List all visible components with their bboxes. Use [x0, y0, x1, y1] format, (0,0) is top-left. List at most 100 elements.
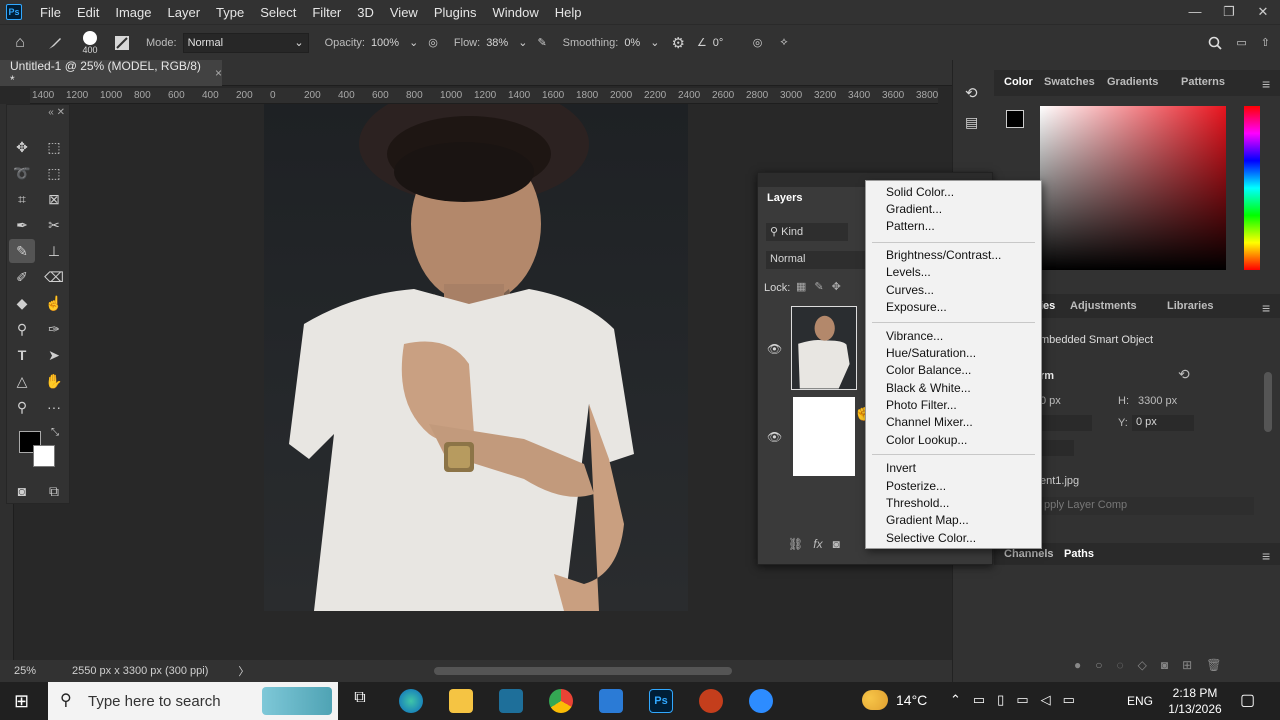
eyedropper-tool-icon[interactable]: ✒ [9, 213, 35, 237]
menu-item-threshold[interactable]: Threshold... [886, 495, 949, 512]
tab-libraries[interactable]: Libraries [1167, 300, 1213, 312]
clock[interactable]: 2:18 PM 1/13/2026 [1160, 685, 1230, 717]
canvas-photo[interactable] [264, 104, 688, 611]
brush-size-preview[interactable]: 400 [70, 30, 110, 55]
menu-item-gradient-map[interactable]: Gradient Map... [886, 512, 969, 529]
task-view-icon[interactable]: ⧉ [348, 689, 372, 713]
store-icon[interactable] [599, 689, 623, 713]
opacity-value[interactable]: 100% [371, 37, 399, 49]
powerpoint-icon[interactable] [699, 689, 723, 713]
menu-filter[interactable]: Filter [304, 5, 349, 20]
menu-item-color-lookup[interactable]: Color Lookup... [886, 432, 967, 449]
close-tab-icon[interactable]: × [215, 66, 222, 80]
windows-start-icon[interactable]: ⊞ [14, 691, 29, 712]
panel-menu-icon[interactable]: ≡ [1262, 548, 1270, 564]
tab-color[interactable]: Color [1004, 76, 1033, 88]
brush-tool-icon[interactable]: ✎ [9, 239, 35, 263]
zoom-tool-icon[interactable]: ⚲ [9, 395, 35, 419]
hue-slider[interactable] [1244, 106, 1260, 270]
history-icon[interactable]: ⟲ [965, 84, 978, 102]
restore-button[interactable]: ❐ [1212, 4, 1246, 20]
menu-layer[interactable]: Layer [160, 5, 209, 20]
weather-temperature[interactable]: 14°C [896, 692, 927, 708]
tab-adjustments[interactable]: Adjustments [1070, 300, 1137, 312]
menu-item-hue-saturation[interactable]: Hue/Saturation... [886, 345, 976, 362]
close-button[interactable]: ✕ [1246, 4, 1280, 20]
angle-value[interactable]: 0° [713, 37, 753, 49]
x-field[interactable] [1040, 415, 1092, 431]
chevron-down-icon[interactable]: ⌄ [409, 36, 418, 49]
layer-thumbnail-background[interactable] [793, 397, 855, 476]
menu-select[interactable]: Select [252, 5, 304, 20]
pen-tool-icon[interactable]: ✑ [41, 317, 67, 341]
add-mask-icon[interactable]: ◙ [1161, 658, 1168, 672]
menu-item-pattern[interactable]: Pattern... [886, 218, 935, 235]
brush-preset-icon[interactable] [40, 35, 70, 51]
tab-gradients[interactable]: Gradients [1107, 76, 1158, 88]
y-field[interactable]: 0 px [1132, 415, 1194, 431]
document-tab[interactable]: Untitled-1 @ 25% (MODEL, RGB/8) * × [0, 59, 222, 87]
properties-scrollbar[interactable] [1264, 372, 1272, 432]
link-layers-icon[interactable]: ⛓ [788, 537, 803, 551]
paint-bucket-icon[interactable]: ◆ [9, 291, 35, 315]
horizontal-scrollbar[interactable] [434, 667, 732, 675]
pressure-opacity-icon[interactable]: ◎ [428, 36, 438, 49]
healing-tool-icon[interactable]: ✂ [41, 213, 67, 237]
hand-tool-icon[interactable]: ✋ [41, 369, 67, 393]
search-icon[interactable] [1208, 36, 1223, 50]
file-explorer-icon[interactable] [449, 689, 473, 713]
path-select-icon[interactable]: ➤ [41, 343, 67, 367]
weather-icon[interactable] [862, 690, 888, 710]
symmetry-icon[interactable]: ⟡ [780, 36, 787, 49]
layer-thumbnail-model[interactable] [791, 306, 857, 390]
language-indicator[interactable]: ENG [1127, 694, 1153, 708]
selection-from-path-icon[interactable]: ◌ [1117, 658, 1124, 672]
share-icon[interactable]: ⇧ [1261, 36, 1270, 50]
shape-tool-icon[interactable]: △ [9, 369, 35, 393]
mode-select[interactable]: Normal ⌄ [182, 32, 309, 53]
system-tray-icons[interactable]: ⌃▭▯▭◁▭ [950, 692, 1087, 708]
history-brush-icon[interactable]: ✐ [9, 265, 35, 289]
color-picker-field[interactable] [1040, 106, 1226, 270]
home-icon[interactable]: ⌂ [0, 34, 40, 52]
width-value[interactable]: 0 px [1040, 395, 1061, 407]
menu-item-selective-color[interactable]: Selective Color... [886, 530, 976, 547]
menu-item-channel-mixer[interactable]: Channel Mixer... [886, 414, 973, 431]
move-tool-icon[interactable]: ✥ [9, 135, 35, 159]
blend-mode-select[interactable]: Normal [766, 251, 866, 269]
menu-item-curves[interactable]: Curves... [886, 282, 934, 299]
smudge-tool-icon[interactable]: ☝ [41, 291, 67, 315]
marquee-tool-icon[interactable]: ⬚ [41, 135, 67, 159]
panel-menu-icon[interactable]: ≡ [1262, 76, 1270, 92]
layer-comp-select[interactable]: pply Layer Comp [1040, 497, 1254, 515]
edge-icon[interactable] [399, 689, 423, 713]
quick-mask-icon[interactable]: ◙ [9, 479, 35, 503]
brush-settings-icon[interactable] [110, 35, 134, 51]
notifications-icon[interactable]: ▢ [1240, 690, 1255, 710]
delete-path-icon[interactable]: 🗑 [1206, 658, 1221, 672]
comments-icon[interactable]: ▤ [965, 114, 978, 131]
add-mask-icon[interactable]: ◙ [833, 537, 840, 551]
menu-file[interactable]: File [32, 5, 69, 20]
flow-value[interactable]: 38% [486, 37, 508, 49]
pressure-size-icon[interactable]: ◎ [753, 36, 763, 49]
tab-paths[interactable]: Paths [1064, 548, 1094, 560]
menu-item-color-balance[interactable]: Color Balance... [886, 362, 971, 379]
tab-properties[interactable]: ies [1040, 300, 1055, 312]
collapse-tools-icon[interactable]: « ✕ [48, 107, 65, 118]
panel-menu-icon[interactable]: ≡ [1262, 300, 1270, 316]
reset-icon[interactable]: ⟲ [1178, 366, 1190, 383]
menu-3d[interactable]: 3D [349, 5, 382, 20]
airbrush-icon[interactable]: ✎ [537, 36, 546, 49]
object-select-tool-icon[interactable]: ⬚ [41, 161, 67, 185]
menu-edit[interactable]: Edit [69, 5, 107, 20]
menu-item-levels[interactable]: Levels... [886, 264, 931, 281]
smoothing-value[interactable]: 0% [624, 37, 640, 49]
kind-filter-select[interactable]: ⚲ Kind [766, 223, 848, 241]
menu-plugins[interactable]: Plugins [426, 5, 485, 20]
fill-path-icon[interactable]: ● [1074, 658, 1081, 672]
taskbar-search-box[interactable]: ⚲ Type here to search [48, 682, 338, 720]
stroke-path-icon[interactable]: ○ [1095, 658, 1102, 672]
menu-image[interactable]: Image [107, 5, 159, 20]
lasso-tool-icon[interactable]: ➰ [9, 161, 35, 185]
